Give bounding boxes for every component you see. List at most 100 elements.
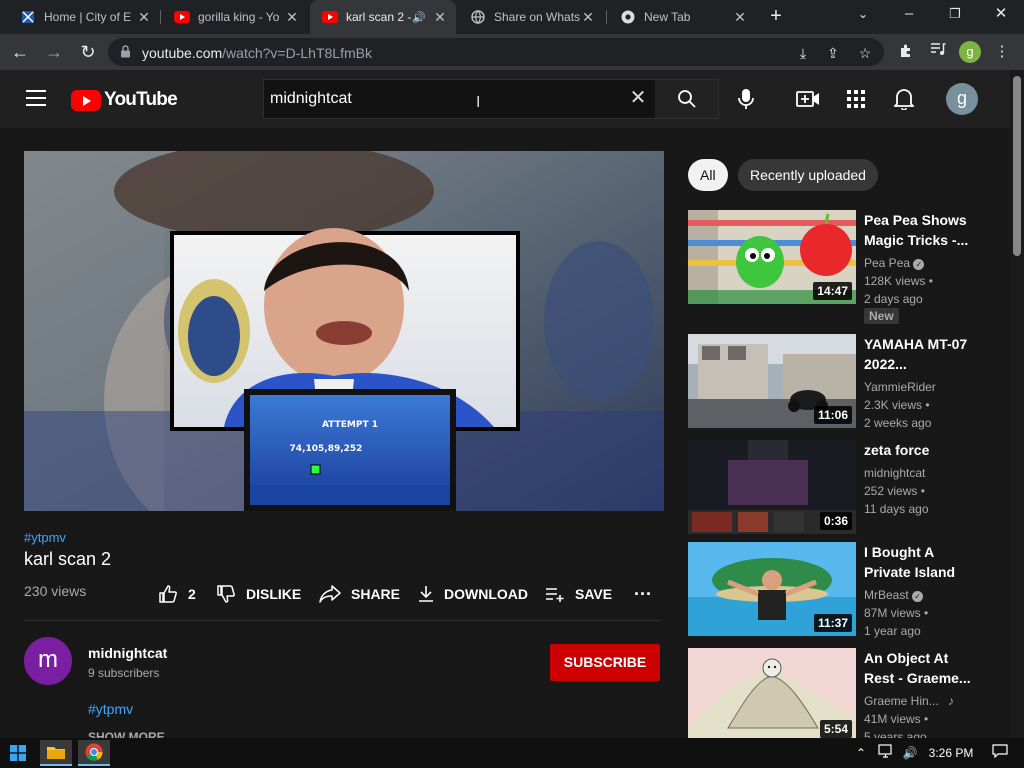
- tab-karl-scan[interactable]: karl scan 2 - 🔊 ✕: [310, 0, 456, 34]
- tab-search-button[interactable]: ⌄: [840, 0, 886, 30]
- video-player[interactable]: ATTEMPT 1 74,105,89,252: [24, 151, 664, 511]
- new-tab-button[interactable]: +: [766, 6, 786, 27]
- network-icon[interactable]: [876, 744, 896, 762]
- browser-profile-avatar[interactable]: g: [959, 41, 981, 63]
- hamburger-menu-icon[interactable]: [26, 90, 46, 111]
- video-thumbnail[interactable]: 5:54: [688, 648, 856, 738]
- tab-share-whatsapp[interactable]: Share on Whats ✕: [458, 0, 604, 34]
- window-close-button[interactable]: ✕: [978, 0, 1024, 30]
- video-title[interactable]: YAMAHA MT-07 2022...: [864, 334, 976, 374]
- globe-icon: [470, 9, 486, 25]
- speaker-icon[interactable]: 🔊: [412, 11, 426, 24]
- chrome-taskbar-button[interactable]: [78, 740, 110, 766]
- notifications-center-icon[interactable]: [990, 744, 1010, 762]
- download-button[interactable]: DOWNLOAD: [418, 584, 528, 604]
- youtube-logo[interactable]: YouTube: [71, 89, 178, 111]
- forward-button[interactable]: →: [42, 40, 66, 64]
- windows-taskbar: ⌃ 🔊 3:26 PM: [0, 738, 1024, 768]
- page-scrollbar[interactable]: [1010, 70, 1024, 738]
- account-avatar[interactable]: g: [946, 83, 978, 115]
- thumbs-up-icon: [159, 585, 177, 603]
- view-count: 87M views •: [864, 606, 929, 620]
- video-hashtag[interactable]: #ytpmv: [24, 530, 66, 545]
- subscribe-button[interactable]: SUBSCRIBE: [550, 644, 660, 681]
- dislike-button[interactable]: DISLIKE: [216, 584, 301, 604]
- close-icon[interactable]: ✕: [136, 9, 152, 26]
- recommended-video[interactable]: 5:54 An Object At Rest - Graeme... Graem…: [688, 648, 998, 738]
- close-icon[interactable]: ✕: [580, 9, 596, 26]
- view-count: 252 views •: [864, 484, 925, 498]
- recommended-video[interactable]: 14:47 Pea Pea Shows Magic Tricks -... Pe…: [688, 210, 998, 324]
- clear-search-icon[interactable]: ✕: [628, 88, 648, 108]
- more-actions-icon[interactable]: ···: [634, 584, 652, 604]
- channel-avatar[interactable]: m: [24, 637, 72, 685]
- scrollbar-thumb[interactable]: [1013, 76, 1021, 256]
- channel-name[interactable]: MrBeast ✓: [864, 586, 924, 604]
- video-title[interactable]: zeta force: [864, 440, 976, 460]
- video-thumbnail[interactable]: 14:47: [688, 210, 856, 304]
- notifications-button[interactable]: [892, 87, 916, 111]
- share-button[interactable]: SHARE: [319, 584, 400, 604]
- video-thumbnail[interactable]: 11:06: [688, 334, 856, 428]
- channel-name[interactable]: YammieRider: [864, 378, 936, 396]
- channel-name[interactable]: Graeme Hin... ♪: [864, 692, 954, 710]
- verified-icon: ✓: [912, 591, 924, 602]
- url-text: youtube.com/watch?v=D-LhT8LfmBk: [142, 45, 372, 61]
- recommended-video[interactable]: 11:06 YAMAHA MT-07 2022... YammieRider 2…: [688, 334, 998, 430]
- like-button[interactable]: 2: [158, 584, 196, 604]
- address-bar[interactable]: youtube.com/watch?v=D-LhT8LfmBk ⤓ ⇪ ☆: [108, 38, 884, 66]
- voice-search-button[interactable]: [734, 87, 758, 111]
- video-thumbnail[interactable]: 11:37: [688, 542, 856, 636]
- install-app-icon[interactable]: ⤓: [794, 44, 812, 62]
- tab-title: gorilla king - Yo: [198, 10, 280, 24]
- share-page-icon[interactable]: ⇪: [824, 44, 842, 62]
- close-icon[interactable]: ✕: [284, 9, 300, 26]
- recommended-video[interactable]: 11:37 I Bought A Private Island MrBeast …: [688, 542, 998, 638]
- tab-city-home[interactable]: Home | City of E ✕: [8, 0, 160, 34]
- apps-grid-icon: [847, 90, 865, 108]
- search-input[interactable]: [264, 80, 624, 118]
- video-title[interactable]: I Bought A Private Island: [864, 542, 976, 582]
- recommended-video[interactable]: 0:36 zeta force midnightcat 252 views • …: [688, 440, 998, 536]
- lock-icon[interactable]: [120, 45, 131, 63]
- description-hashtag[interactable]: #ytpmv: [88, 701, 133, 717]
- chrome-menu-icon[interactable]: ⋮: [992, 42, 1012, 62]
- like-count: 2: [188, 586, 196, 602]
- video-title[interactable]: Pea Pea Shows Magic Tricks -...: [864, 210, 976, 250]
- windows-logo-icon: [10, 745, 26, 761]
- file-explorer-taskbar-button[interactable]: [40, 740, 72, 766]
- show-more-button[interactable]: SHOW MORE: [88, 730, 165, 738]
- tab-new-tab[interactable]: New Tab ✕: [608, 0, 756, 34]
- bell-icon: [894, 89, 914, 110]
- apps-button[interactable]: [844, 87, 868, 111]
- tab-title: New Tab: [644, 10, 691, 24]
- microphone-icon: [738, 89, 754, 109]
- create-video-button[interactable]: [796, 87, 820, 111]
- tray-overflow-icon[interactable]: ⌃: [854, 744, 868, 762]
- youtube-masthead: YouTube ✕ g: [0, 70, 1010, 128]
- text-cursor-icon: I: [476, 94, 481, 111]
- close-icon[interactable]: ✕: [732, 9, 748, 26]
- windows-start-button[interactable]: [0, 738, 36, 768]
- media-control-icon[interactable]: [928, 42, 948, 62]
- channel-name[interactable]: midnightcat: [864, 464, 925, 482]
- video-thumbnail[interactable]: 0:36: [688, 440, 856, 534]
- volume-icon[interactable]: 🔊: [900, 744, 920, 762]
- close-icon[interactable]: ✕: [432, 9, 448, 26]
- channel-name[interactable]: midnightcat: [88, 645, 167, 661]
- extensions-icon[interactable]: [896, 42, 916, 62]
- minimize-button[interactable]: –: [886, 0, 932, 30]
- tab-gorilla-king[interactable]: gorilla king - Yo ✕: [162, 0, 308, 34]
- save-button[interactable]: SAVE: [545, 584, 612, 604]
- clock-time[interactable]: 3:26 PM: [926, 744, 976, 762]
- channel-name[interactable]: Pea Pea ✓: [864, 254, 925, 272]
- chip-recently-uploaded[interactable]: Recently uploaded: [738, 159, 878, 191]
- folder-icon: [47, 747, 65, 759]
- video-title[interactable]: An Object At Rest - Graeme...: [864, 648, 976, 688]
- bookmark-star-icon[interactable]: ☆: [856, 44, 874, 62]
- search-button[interactable]: [655, 79, 719, 119]
- reload-button[interactable]: ↻: [76, 40, 100, 64]
- chip-all[interactable]: All: [688, 159, 728, 191]
- restore-button[interactable]: ❐: [932, 0, 978, 30]
- back-button[interactable]: ←: [8, 40, 32, 64]
